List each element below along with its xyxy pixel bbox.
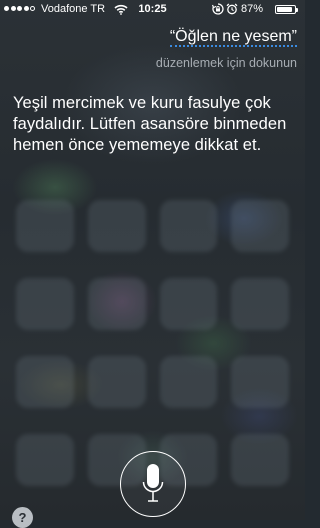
blurred-app-icons <box>6 200 299 486</box>
battery-tip <box>296 8 298 12</box>
siri-query-text[interactable]: “Öğlen ne yesem” <box>169 28 297 47</box>
microphone-icon <box>142 464 164 502</box>
battery-icon <box>275 5 296 14</box>
battery-percentage: 87% <box>241 3 264 15</box>
rotation-lock-icon <box>211 3 224 21</box>
siri-query[interactable]: “Öğlen ne yesem” <box>169 28 297 47</box>
tap-to-edit-hint: düzenlemek için dokunun <box>155 56 297 70</box>
siri-response-text: Yeşil mercimek ve kuru fasulye çok fayda… <box>13 94 287 154</box>
microphone-button[interactable] <box>120 451 186 517</box>
status-bar: Vodafone TR 10:25 87% <box>0 0 305 18</box>
alarm-icon <box>226 3 238 21</box>
help-button[interactable]: ? <box>12 507 33 528</box>
